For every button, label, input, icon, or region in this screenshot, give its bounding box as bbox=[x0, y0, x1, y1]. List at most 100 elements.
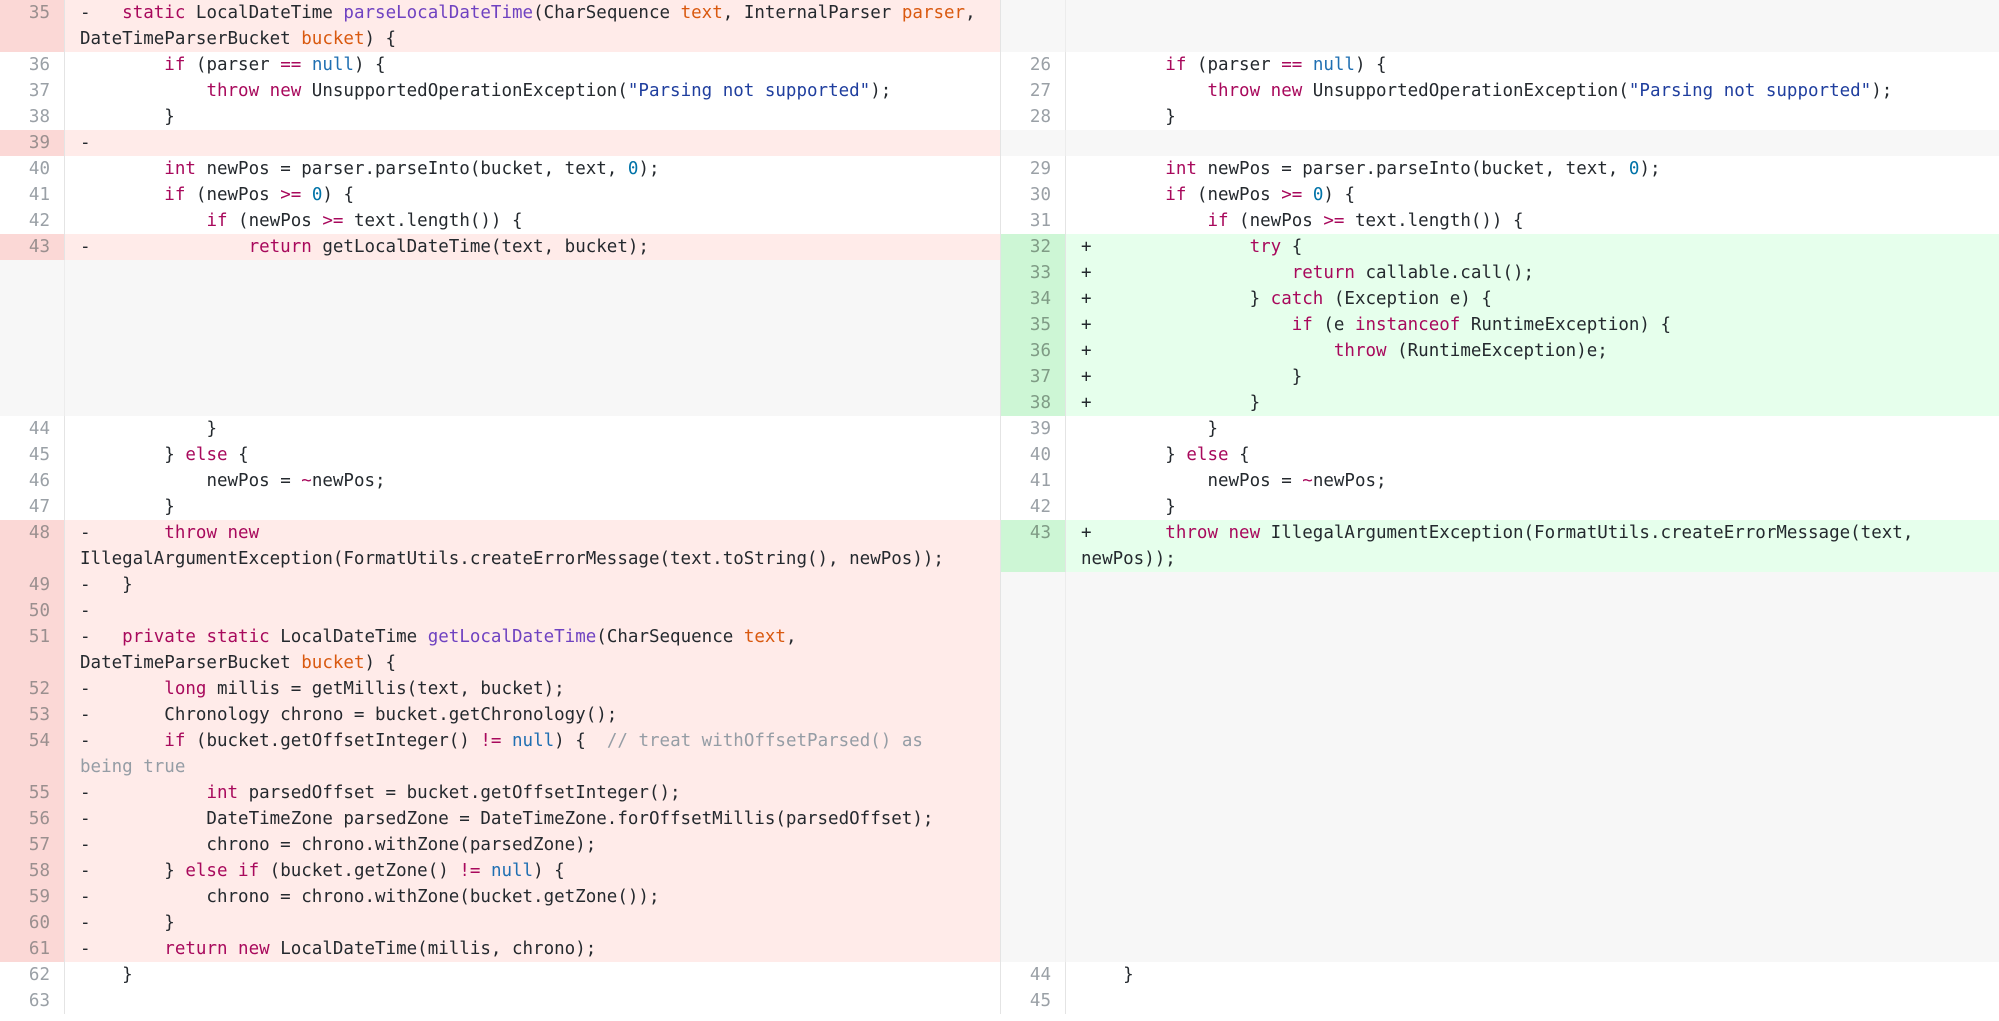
code-token: return bbox=[1291, 263, 1355, 283]
line-number[interactable]: 54 bbox=[0, 728, 65, 780]
code-token: } bbox=[80, 419, 217, 439]
code-token: >= bbox=[1323, 211, 1345, 231]
line-number[interactable]: 46 bbox=[0, 468, 65, 494]
code-token: else if bbox=[185, 861, 260, 881]
code-token: else bbox=[185, 445, 228, 465]
line-number[interactable]: 30 bbox=[1001, 182, 1066, 208]
diff-line: 32 + try { bbox=[1001, 234, 1999, 260]
line-number[interactable]: 35 bbox=[1001, 312, 1066, 338]
line-number[interactable] bbox=[1001, 0, 1066, 52]
line-number[interactable]: 57 bbox=[0, 832, 65, 858]
line-number[interactable]: 45 bbox=[0, 442, 65, 468]
code-token: ); bbox=[638, 159, 660, 179]
code-token: getLocalDateTime(text, bucket); bbox=[311, 237, 649, 257]
code-token: - bbox=[80, 133, 91, 153]
diff-line: 58- } else if (bucket.getZone() != null)… bbox=[0, 858, 1000, 884]
code-token: null bbox=[311, 55, 354, 75]
line-number[interactable]: 43 bbox=[1001, 520, 1066, 572]
line-number[interactable]: 55 bbox=[0, 780, 65, 806]
line-number[interactable]: 43 bbox=[0, 234, 65, 260]
line-number[interactable]: 29 bbox=[1001, 156, 1066, 182]
line-number[interactable]: 34 bbox=[1001, 286, 1066, 312]
diff-line: 62 } bbox=[0, 962, 1000, 988]
code-line: throw new UnsupportedOperationException(… bbox=[1066, 78, 1999, 104]
line-number[interactable]: 49 bbox=[0, 572, 65, 598]
code-token: ) { bbox=[322, 185, 354, 205]
code-token: } bbox=[80, 107, 175, 127]
line-number[interactable]: 47 bbox=[0, 494, 65, 520]
line-number[interactable]: 63 bbox=[0, 988, 65, 1014]
diff-line: 43- return getLocalDateTime(text, bucket… bbox=[0, 234, 1000, 260]
code-token: null bbox=[1312, 55, 1355, 75]
line-number[interactable]: 38 bbox=[0, 104, 65, 130]
code-line: + throw (RuntimeException)e; bbox=[1066, 338, 1999, 364]
line-number[interactable]: 45 bbox=[1001, 988, 1066, 1014]
line-number[interactable] bbox=[1001, 130, 1066, 156]
line-number[interactable]: 42 bbox=[0, 208, 65, 234]
line-number[interactable]: 31 bbox=[1001, 208, 1066, 234]
line-number[interactable]: 39 bbox=[0, 130, 65, 156]
line-number[interactable]: 36 bbox=[1001, 338, 1066, 364]
line-number[interactable]: 37 bbox=[0, 78, 65, 104]
code-token: } bbox=[1081, 965, 1134, 985]
line-number[interactable]: 52 bbox=[0, 676, 65, 702]
code-line: } bbox=[65, 962, 1000, 988]
code-token: ) { bbox=[1354, 55, 1387, 75]
line-number[interactable]: 37 bbox=[1001, 364, 1066, 390]
line-number[interactable]: 59 bbox=[0, 884, 65, 910]
line-number[interactable]: 48 bbox=[0, 520, 65, 572]
code-line: } bbox=[1066, 962, 1999, 988]
code-token: try bbox=[1249, 237, 1282, 257]
line-number[interactable]: 38 bbox=[1001, 390, 1066, 416]
code-line: newPos = ~newPos; bbox=[1066, 468, 1999, 494]
code-token: LocalDateTime bbox=[185, 3, 344, 23]
line-number[interactable]: 53 bbox=[0, 702, 65, 728]
line-number[interactable]: 62 bbox=[0, 962, 65, 988]
line-number[interactable]: 51 bbox=[0, 624, 65, 676]
code-token: LocalDateTime(millis, chrono); bbox=[269, 939, 597, 959]
code-token: { bbox=[1281, 237, 1303, 257]
code-token: null bbox=[490, 861, 534, 881]
line-number[interactable]: 44 bbox=[1001, 962, 1066, 988]
line-number[interactable]: 40 bbox=[0, 156, 65, 182]
code-token: } bbox=[1081, 419, 1218, 439]
code-line: - int parsedOffset = bucket.getOffsetInt… bbox=[65, 780, 1000, 806]
line-number[interactable] bbox=[1001, 572, 1066, 962]
line-number[interactable]: 61 bbox=[0, 936, 65, 962]
code-line: - bbox=[65, 130, 1000, 156]
diff-line: 52- long millis = getMillis(text, bucket… bbox=[0, 676, 1000, 702]
line-number[interactable]: 39 bbox=[1001, 416, 1066, 442]
code-line: - static LocalDateTime parseLocalDateTim… bbox=[65, 0, 1000, 52]
diff-line: 40 } else { bbox=[1001, 442, 1999, 468]
line-number[interactable]: 56 bbox=[0, 806, 65, 832]
line-number[interactable]: 41 bbox=[1001, 468, 1066, 494]
code-line: - chrono = chrono.withZone(parsedZone); bbox=[65, 832, 1000, 858]
line-number[interactable]: 33 bbox=[1001, 260, 1066, 286]
code-token: catch bbox=[1270, 289, 1324, 309]
code-token: + bbox=[1081, 237, 1250, 257]
line-number[interactable]: 40 bbox=[1001, 442, 1066, 468]
line-number[interactable]: 32 bbox=[1001, 234, 1066, 260]
line-number[interactable]: 35 bbox=[0, 0, 65, 52]
code-line: int newPos = parser.parseInto(bucket, te… bbox=[65, 156, 1000, 182]
line-number[interactable]: 27 bbox=[1001, 78, 1066, 104]
line-number[interactable]: 50 bbox=[0, 598, 65, 624]
code-token: null bbox=[512, 731, 555, 751]
line-number[interactable]: 41 bbox=[0, 182, 65, 208]
line-number[interactable] bbox=[0, 260, 65, 416]
code-line: + return callable.call(); bbox=[1066, 260, 1999, 286]
code-token: - chrono = chrono.withZone(parsedZone); bbox=[80, 835, 597, 855]
line-number[interactable]: 42 bbox=[1001, 494, 1066, 520]
line-number[interactable]: 26 bbox=[1001, 52, 1066, 78]
line-number[interactable]: 58 bbox=[0, 858, 65, 884]
code-token: - } bbox=[80, 575, 133, 595]
line-number[interactable]: 28 bbox=[1001, 104, 1066, 130]
line-number[interactable]: 36 bbox=[0, 52, 65, 78]
code-token: RuntimeException) { bbox=[1460, 315, 1672, 335]
line-number[interactable]: 60 bbox=[0, 910, 65, 936]
line-number[interactable]: 44 bbox=[0, 416, 65, 442]
